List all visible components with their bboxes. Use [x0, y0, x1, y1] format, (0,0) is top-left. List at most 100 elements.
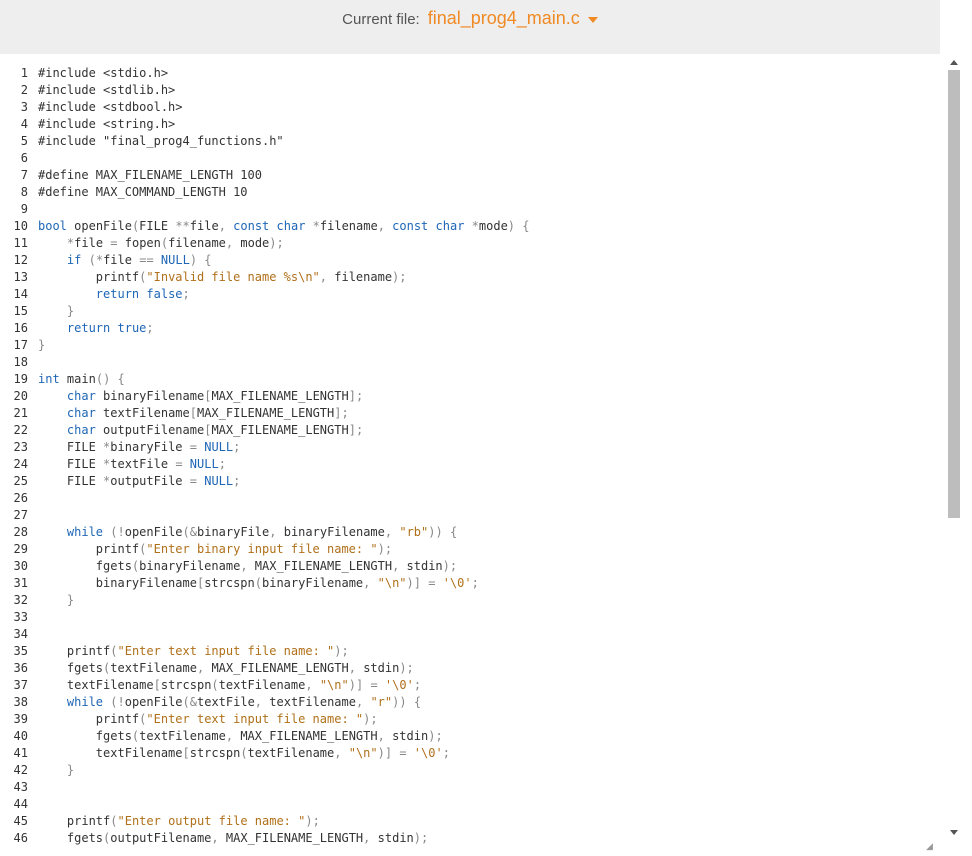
code-text[interactable]: #include <stdbool.h>: [38, 99, 183, 116]
code-text[interactable]: return true;: [38, 320, 154, 337]
code-line[interactable]: 7 #define MAX_FILENAME_LENGTH 100: [0, 167, 920, 184]
code-text[interactable]: fgets(binaryFilename, MAX_FILENAME_LENGT…: [38, 558, 457, 575]
code-line[interactable]: 35 printf("Enter text input file name: "…: [0, 643, 920, 660]
code-line[interactable]: 17}: [0, 337, 920, 354]
code-text[interactable]: #define MAX_COMMAND_LENGTH 10: [38, 184, 248, 201]
code-line[interactable]: 40 fgets(textFilename, MAX_FILENAME_LENG…: [0, 728, 920, 745]
code-text[interactable]: printf("Enter text input file name: ");: [38, 643, 349, 660]
code-line[interactable]: 20 char binaryFilename[MAX_FILENAME_LENG…: [0, 388, 920, 405]
code-line[interactable]: 19 int main() {: [0, 371, 920, 388]
code-line[interactable]: 39 printf("Enter text input file name: "…: [0, 711, 920, 728]
code-line[interactable]: 25 FILE *outputFile = NULL;: [0, 473, 920, 490]
code-line[interactable]: 3 #include <stdbool.h>: [0, 99, 920, 116]
code-line[interactable]: 10 bool openFile(FILE **file, const char …: [0, 218, 920, 235]
code-text[interactable]: textFilename[strcspn(textFilename, "\n")…: [38, 677, 421, 694]
code-line[interactable]: 33: [0, 609, 920, 626]
code-text[interactable]: printf("Enter binary input file name: ")…: [38, 541, 392, 558]
line-number: 14: [13, 287, 28, 301]
code-line[interactable]: 26: [0, 490, 920, 507]
code-line[interactable]: 21 char textFilename[MAX_FILENAME_LENGTH…: [0, 405, 920, 422]
code-text[interactable]: while (!openFile(&binaryFile, binaryFile…: [38, 524, 457, 541]
code-line[interactable]: 27: [0, 507, 920, 524]
code-text[interactable]: if (*file == NULL) {: [38, 252, 212, 269]
scroll-down-arrow-icon[interactable]: [950, 830, 958, 835]
code-line[interactable]: 38 while (!openFile(&textFile, textFilen…: [0, 694, 920, 711]
code-text[interactable]: #define MAX_FILENAME_LENGTH 100: [38, 167, 262, 184]
code-line[interactable]: 12 if (*file == NULL) {: [0, 252, 920, 269]
code-line[interactable]: 37 textFilename[strcspn(textFilename, "\…: [0, 677, 920, 694]
code-line[interactable]: 24 FILE *textFile = NULL;: [0, 456, 920, 473]
code-line[interactable]: 4 #include <string.h>: [0, 116, 920, 133]
scrollbar-thumb[interactable]: [948, 70, 960, 518]
code-line[interactable]: 13 printf("Invalid file name %s\n", file…: [0, 269, 920, 286]
code-text[interactable]: *file = fopen(filename, mode);: [38, 235, 284, 252]
code-line[interactable]: 42 }: [0, 762, 920, 779]
code-text[interactable]: textFilename[strcspn(textFilename, "\n")…: [38, 745, 450, 762]
code-line[interactable]: 9: [0, 201, 920, 218]
code-text[interactable]: #include <stdio.h>: [38, 65, 168, 82]
code-line[interactable]: 5 #include "final_prog4_functions.h": [0, 133, 920, 150]
code-text[interactable]: }: [38, 762, 74, 779]
code-line[interactable]: 43: [0, 779, 920, 796]
vertical-scrollbar[interactable]: [946, 54, 966, 856]
code-line[interactable]: 28 while (!openFile(&binaryFile, binaryF…: [0, 524, 920, 541]
code-line[interactable]: 32 }: [0, 592, 920, 609]
scroll-up-arrow-icon[interactable]: [950, 60, 958, 65]
code-editor[interactable]: 1 #include <stdio.h> 2 #include <stdlib.h> 3…: [0, 54, 940, 856]
code-text[interactable]: printf("Invalid file name %s\n", filenam…: [38, 269, 407, 286]
code-text[interactable]: }: [38, 337, 45, 354]
code-line[interactable]: 6: [0, 150, 920, 167]
code-text[interactable]: FILE *textFile = NULL;: [38, 456, 226, 473]
code-line[interactable]: 1 #include <stdio.h>: [0, 65, 920, 82]
current-file-name[interactable]: final_prog4_main.c: [428, 8, 580, 28]
code-text[interactable]: #include "final_prog4_functions.h": [38, 133, 284, 150]
file-selector[interactable]: Current file: final_prog4_main.c: [0, 8, 940, 29]
code-text[interactable]: bool openFile(FILE **file, const char *f…: [38, 218, 530, 235]
code-text[interactable]: char textFilename[MAX_FILENAME_LENGTH];: [38, 405, 349, 422]
code-text[interactable]: printf("Enter output file name: ");: [38, 813, 320, 830]
line-number: 23: [13, 440, 28, 454]
line-number: 11: [13, 236, 28, 250]
code-text[interactable]: }: [38, 303, 74, 320]
code-line[interactable]: 11 *file = fopen(filename, mode);: [0, 235, 920, 252]
code-text[interactable]: binaryFilename[strcspn(binaryFilename, "…: [38, 575, 479, 592]
code-line[interactable]: 34: [0, 626, 920, 643]
line-number: 45: [13, 814, 28, 828]
line-number: 26: [13, 491, 28, 505]
code-text[interactable]: return false;: [38, 286, 190, 303]
code-text[interactable]: #include <stdlib.h>: [38, 82, 175, 99]
code-text[interactable]: FILE *binaryFile = NULL;: [38, 439, 240, 456]
code-line[interactable]: 2 #include <stdlib.h>: [0, 82, 920, 99]
code-text[interactable]: }: [38, 592, 74, 609]
code-text[interactable]: int main() {: [38, 371, 125, 388]
code-line[interactable]: 18: [0, 354, 920, 371]
code-line[interactable]: 41 textFilename[strcspn(textFilename, "\…: [0, 745, 920, 762]
resize-grip-icon[interactable]: ◢: [926, 842, 935, 851]
code-text[interactable]: fgets(outputFilename, MAX_FILENAME_LENGT…: [38, 830, 428, 847]
line-number: 41: [13, 746, 28, 760]
code-line[interactable]: 14 return false;: [0, 286, 920, 303]
code-line[interactable]: 45 printf("Enter output file name: ");: [0, 813, 920, 830]
code-line[interactable]: 36 fgets(textFilename, MAX_FILENAME_LENG…: [0, 660, 920, 677]
code-text[interactable]: FILE *outputFile = NULL;: [38, 473, 240, 490]
line-number: 5: [20, 134, 28, 148]
code-text[interactable]: fgets(textFilename, MAX_FILENAME_LENGTH,…: [38, 728, 443, 745]
code-text[interactable]: fgets(textFilename, MAX_FILENAME_LENGTH,…: [38, 660, 414, 677]
code-text[interactable]: char outputFilename[MAX_FILENAME_LENGTH]…: [38, 422, 363, 439]
code-line[interactable]: 16 return true;: [0, 320, 920, 337]
chevron-down-icon[interactable]: [587, 16, 598, 23]
code-line[interactable]: 29 printf("Enter binary input file name:…: [0, 541, 920, 558]
code-line[interactable]: 23 FILE *binaryFile = NULL;: [0, 439, 920, 456]
code-text[interactable]: char binaryFilename[MAX_FILENAME_LENGTH]…: [38, 388, 363, 405]
code-line[interactable]: 30 fgets(binaryFilename, MAX_FILENAME_LE…: [0, 558, 920, 575]
code-line[interactable]: 8 #define MAX_COMMAND_LENGTH 10: [0, 184, 920, 201]
code-line[interactable]: 15 }: [0, 303, 920, 320]
code-line[interactable]: 22 char outputFilename[MAX_FILENAME_LENG…: [0, 422, 920, 439]
code-text[interactable]: printf("Enter text input file name: ");: [38, 711, 378, 728]
code-line[interactable]: 31 binaryFilename[strcspn(binaryFilename…: [0, 575, 920, 592]
code-line[interactable]: 44: [0, 796, 920, 813]
code-text[interactable]: while (!openFile(&textFile, textFilename…: [38, 694, 421, 711]
code-text[interactable]: #include <string.h>: [38, 116, 175, 133]
line-number: 27: [13, 508, 28, 522]
code-line[interactable]: 46 fgets(outputFilename, MAX_FILENAME_LE…: [0, 830, 920, 847]
